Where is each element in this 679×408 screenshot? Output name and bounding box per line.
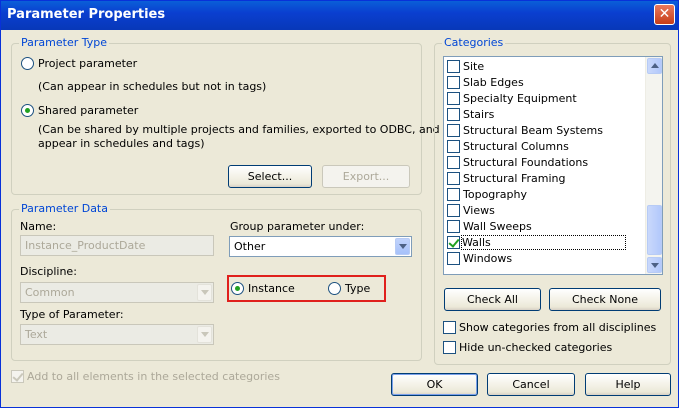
category-label: Walls xyxy=(461,235,626,250)
categories-legend: Categories xyxy=(442,36,506,49)
category-label: Structural Framing xyxy=(463,172,566,185)
discipline-value: Common xyxy=(25,286,75,299)
discipline-dropdown: Common xyxy=(20,282,214,303)
list-item[interactable]: Slab Edges xyxy=(446,75,643,91)
category-checkbox[interactable] xyxy=(447,60,460,73)
type-of-parameter-value: Text xyxy=(25,328,48,341)
category-checkbox[interactable] xyxy=(447,124,460,137)
ok-button[interactable]: OK xyxy=(391,373,478,396)
check-all-button[interactable]: Check All xyxy=(444,288,541,311)
chevron-down-icon xyxy=(197,284,212,301)
list-item[interactable]: Walls xyxy=(446,235,643,251)
category-label: Windows xyxy=(463,252,513,265)
category-label: Slab Edges xyxy=(463,76,524,89)
parameter-type-legend: Parameter Type xyxy=(19,36,109,49)
list-item[interactable]: Structural Columns xyxy=(446,139,643,155)
parameter-properties-dialog: Parameter Properties ✕ Parameter Type Pr… xyxy=(0,0,679,408)
window-title: Parameter Properties xyxy=(7,7,166,22)
instance-radio[interactable] xyxy=(231,282,244,295)
shared-parameter-description-line1: (Can be shared by multiple projects and … xyxy=(38,123,440,136)
categories-scrollbar[interactable] xyxy=(645,57,662,274)
category-label: Wall Sweeps xyxy=(463,220,532,233)
select-button[interactable]: Select... xyxy=(228,165,312,188)
project-parameter-label[interactable]: Project parameter xyxy=(38,57,137,70)
project-parameter-description: (Can appear in schedules but not in tags… xyxy=(38,80,267,93)
show-all-disciplines-label[interactable]: Show categories from all disciplines xyxy=(459,321,656,334)
group-parameter-value: Other xyxy=(234,240,266,253)
category-checkbox[interactable] xyxy=(447,140,460,153)
chevron-down-icon[interactable] xyxy=(395,238,410,255)
chevron-down-icon xyxy=(197,326,212,343)
list-item[interactable]: Wall Sweeps xyxy=(446,219,643,235)
scroll-down-icon[interactable] xyxy=(647,257,662,273)
help-button[interactable]: Help xyxy=(585,373,671,396)
list-item[interactable]: Site xyxy=(446,59,643,75)
type-of-parameter-dropdown: Text xyxy=(20,324,214,345)
add-to-all-checkbox xyxy=(11,370,24,383)
list-item[interactable]: Stairs xyxy=(446,107,643,123)
parameter-data-legend: Parameter Data xyxy=(19,202,110,215)
list-item[interactable]: Topography xyxy=(446,187,643,203)
hide-unchecked-checkbox[interactable] xyxy=(443,341,456,354)
category-checkbox[interactable] xyxy=(447,76,460,89)
list-item[interactable]: Structural Framing xyxy=(446,171,643,187)
type-radio[interactable] xyxy=(328,282,341,295)
group-parameter-label: Group parameter under: xyxy=(230,220,365,233)
list-item[interactable]: Views xyxy=(446,203,643,219)
category-checkbox[interactable] xyxy=(447,172,460,185)
discipline-label: Discipline: xyxy=(20,265,77,278)
show-all-disciplines-checkbox[interactable] xyxy=(443,321,456,334)
categories-list[interactable]: Site Slab Edges Specialty Equipment Stai… xyxy=(443,56,663,275)
shared-parameter-label[interactable]: Shared parameter xyxy=(38,104,138,117)
category-label: Stairs xyxy=(463,108,495,121)
shared-parameter-description-line2: appear in schedules and tags) xyxy=(38,137,205,150)
list-item[interactable]: Structural Foundations xyxy=(446,155,643,171)
category-label: Specialty Equipment xyxy=(463,92,577,105)
type-label[interactable]: Type xyxy=(345,282,370,295)
shared-parameter-radio[interactable] xyxy=(21,104,34,117)
list-item[interactable]: Structural Beam Systems xyxy=(446,123,643,139)
name-label: Name: xyxy=(20,220,57,233)
title-bar[interactable]: Parameter Properties ✕ xyxy=(1,1,678,30)
check-none-button[interactable]: Check None xyxy=(549,288,661,311)
name-field: Instance_ProductDate xyxy=(20,235,214,256)
scroll-thumb[interactable] xyxy=(647,205,662,255)
close-button[interactable]: ✕ xyxy=(654,4,675,25)
add-to-all-label: Add to all elements in the selected cate… xyxy=(27,370,280,383)
scroll-up-icon[interactable] xyxy=(647,58,662,74)
category-label: Views xyxy=(463,204,495,217)
category-checkbox[interactable] xyxy=(447,188,460,201)
export-button: Export... xyxy=(322,165,410,188)
category-label: Topography xyxy=(463,188,528,201)
category-checkbox[interactable] xyxy=(447,92,460,105)
list-item[interactable]: Windows xyxy=(446,251,643,267)
category-label: Site xyxy=(463,60,485,73)
category-checkbox[interactable] xyxy=(447,220,460,233)
category-checkbox[interactable] xyxy=(447,236,460,249)
category-checkbox[interactable] xyxy=(447,108,460,121)
category-checkbox[interactable] xyxy=(447,252,460,265)
type-of-parameter-label: Type of Parameter: xyxy=(20,308,124,321)
project-parameter-radio[interactable] xyxy=(21,57,34,70)
hide-unchecked-label[interactable]: Hide un-checked categories xyxy=(459,341,612,354)
group-parameter-dropdown[interactable]: Other xyxy=(229,236,412,257)
category-label: Structural Foundations xyxy=(463,156,589,169)
category-label: Structural Beam Systems xyxy=(463,124,603,137)
cancel-button[interactable]: Cancel xyxy=(487,373,575,396)
category-label: Structural Columns xyxy=(463,140,569,153)
category-checkbox[interactable] xyxy=(447,204,460,217)
instance-label[interactable]: Instance xyxy=(248,282,295,295)
list-item[interactable]: Specialty Equipment xyxy=(446,91,643,107)
category-checkbox[interactable] xyxy=(447,156,460,169)
